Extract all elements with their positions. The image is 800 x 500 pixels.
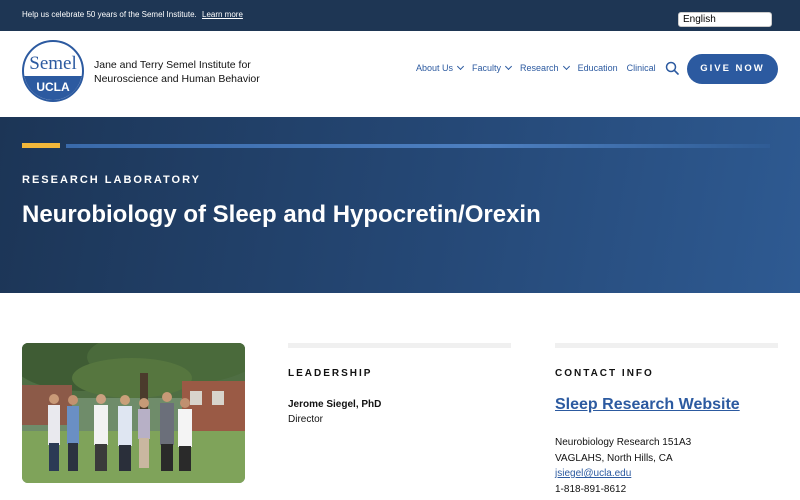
learn-more-link[interactable]: Learn more <box>202 10 243 19</box>
email-link[interactable]: jsiegel@ucla.edu <box>555 468 631 479</box>
address-line-2: VAGLAHS, North Hills, CA <box>555 452 673 464</box>
section-divider <box>555 343 778 348</box>
chevron-down-icon <box>562 62 570 71</box>
director-name: Jerome Siegel, PhD <box>288 399 382 410</box>
main-nav: About Us Faculty Research Education Clin… <box>416 62 665 73</box>
announcement-bar: Help us celebrate 50 years of the Semel … <box>0 0 800 31</box>
nav-research[interactable]: Research <box>520 62 570 73</box>
lab-group-photo <box>22 343 245 483</box>
hero-accent-bar <box>22 143 60 148</box>
address-line-1: Neurobiology Research 151A3 <box>555 437 692 448</box>
logo-semel-text: Semel <box>29 53 77 74</box>
nav-education-label: Education <box>577 63 618 73</box>
announcement-text: Help us celebrate 50 years of the Semel … <box>22 10 243 19</box>
institute-name[interactable]: Jane and Terry Semel Institute for Neuro… <box>94 58 274 86</box>
nav-education[interactable]: Education <box>578 63 618 73</box>
nav-research-label: Research <box>520 63 559 73</box>
site-header: Semel UCLA Jane and Terry Semel Institut… <box>0 31 800 117</box>
contact-heading: CONTACT INFO <box>555 368 654 379</box>
director-title: Director <box>288 414 324 425</box>
hero-divider <box>66 144 770 148</box>
contact-details: Neurobiology Research 151A3 VAGLAHS, Nor… <box>555 435 778 497</box>
leadership-section: LEADERSHIP Jerome Siegel, PhD Director <box>288 343 511 425</box>
nav-clinical-label: Clinical <box>626 63 656 73</box>
leadership-heading: LEADERSHIP <box>288 368 373 379</box>
language-select[interactable]: English <box>678 12 772 27</box>
hero-banner: RESEARCH LABORATORY Neurobiology of Slee… <box>0 117 800 293</box>
nav-about-us-label: About Us <box>416 63 454 73</box>
section-divider <box>288 343 511 348</box>
lab-photo-image <box>22 343 245 483</box>
phone-number: 1-818-891-8612 <box>555 483 627 495</box>
chevron-down-icon <box>505 62 513 71</box>
nav-clinical[interactable]: Clinical <box>627 63 656 73</box>
page-title: Neurobiology of Sleep and Hypocretin/Ore… <box>22 201 541 228</box>
give-now-button[interactable]: GIVE NOW <box>687 54 778 84</box>
contact-section: CONTACT INFO Sleep Research Website Neur… <box>555 343 778 497</box>
nav-about-us[interactable]: About Us <box>416 62 465 73</box>
logo-ucla-text: UCLA <box>24 76 82 100</box>
hero-eyebrow: RESEARCH LABORATORY <box>22 174 201 186</box>
nav-faculty[interactable]: Faculty <box>472 62 513 73</box>
semel-ucla-logo[interactable]: Semel UCLA <box>22 40 84 102</box>
sleep-research-website-link[interactable]: Sleep Research Website <box>555 396 778 414</box>
search-icon[interactable] <box>665 61 679 75</box>
chevron-down-icon <box>456 62 465 71</box>
nav-faculty-label: Faculty <box>472 63 502 73</box>
announcement-message: Help us celebrate 50 years of the Semel … <box>22 10 197 19</box>
